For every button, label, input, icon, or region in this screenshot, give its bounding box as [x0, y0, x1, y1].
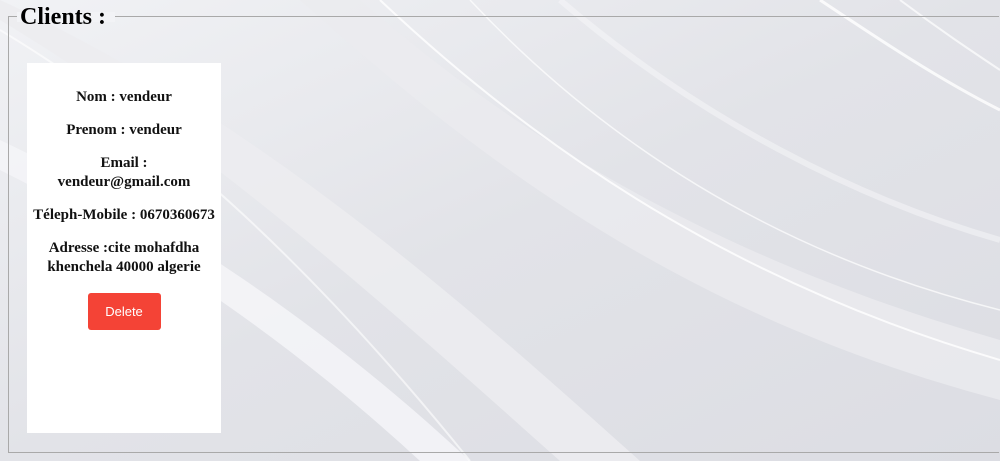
nom-value: vendeur: [119, 89, 172, 105]
email-label: Email :: [100, 155, 148, 171]
client-nom: Nom : vendeur: [27, 88, 221, 107]
client-card: Nom : vendeur Prenom : vendeur Email : v…: [27, 63, 221, 433]
delete-button[interactable]: Delete: [87, 293, 161, 330]
telephone-label: Téleph-Mobile :: [33, 207, 140, 223]
telephone-value: 0670360673: [139, 207, 215, 223]
adresse-label: Adresse :: [48, 240, 109, 256]
client-email: Email : vendeur@gmail.com: [27, 154, 221, 192]
prenom-label: Prenom :: [66, 122, 130, 138]
client-telephone: Téleph-Mobile : 0670360673: [27, 206, 221, 225]
prenom-value: vendeur: [129, 122, 182, 138]
nom-label: Nom :: [76, 89, 120, 105]
email-value: vendeur@gmail.com: [57, 174, 191, 190]
client-adresse: Adresse :cite mohafdha khenchela 40000 a…: [27, 239, 221, 277]
clients-legend: Clients :: [20, 4, 106, 30]
client-prenom: Prenom : vendeur: [27, 121, 221, 140]
